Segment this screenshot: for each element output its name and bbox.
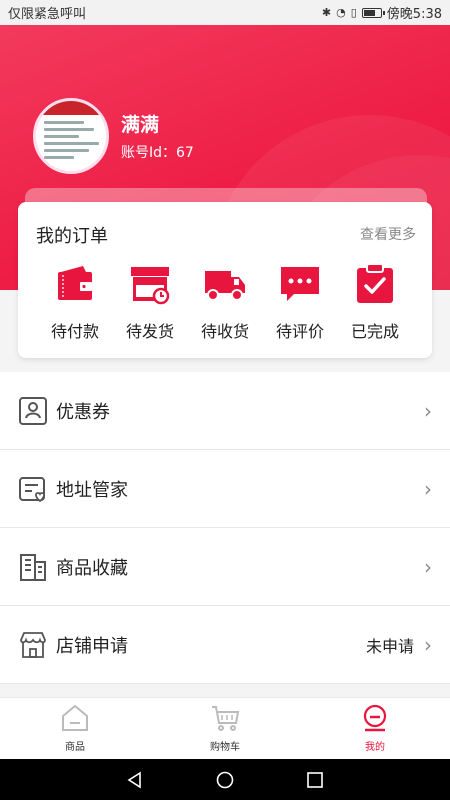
home-icon: [62, 704, 88, 731]
cart-icon: [212, 706, 240, 731]
status-time: 傍晚5:38: [386, 7, 442, 22]
chat-bubble-icon: [281, 267, 319, 301]
menu-label: 地址管家: [56, 479, 128, 501]
menu-label: 商品收藏: [56, 557, 128, 579]
box-clock-icon: [131, 267, 170, 305]
chevron-right-icon: ›: [424, 398, 432, 423]
avatar[interactable]: [33, 98, 109, 174]
store-icon: [18, 630, 48, 660]
recents-icon[interactable]: [305, 770, 325, 790]
address-icon: [18, 474, 48, 504]
clipboard-check-icon: [357, 263, 393, 303]
menu-list: 优惠券 › 地址管家 › 商品收藏 › 店铺申请 未申请 ›: [0, 372, 450, 684]
battery-icon: [361, 7, 385, 18]
chevron-right-icon: ›: [424, 632, 432, 657]
profile-icon: [363, 704, 387, 732]
chevron-right-icon: ›: [424, 476, 432, 501]
tab-label: 我的: [365, 742, 385, 753]
order-pending-review[interactable]: 待评价: [265, 262, 335, 342]
menu-item-address[interactable]: 地址管家 ›: [0, 450, 450, 528]
truck-icon: [205, 271, 245, 301]
sim-icon: ▯: [350, 6, 357, 19]
order-label: 待付款: [50, 322, 99, 341]
status-icons: ✱ ◔ ▯ 傍晚5:38: [322, 3, 442, 22]
tab-cart[interactable]: 购物车: [150, 698, 300, 759]
bottom-tab-bar: 商品 购物车 我的: [0, 697, 450, 759]
wallet-icon: [58, 266, 92, 300]
order-label: 已完成: [350, 322, 399, 341]
account-id: 账号Id：67: [121, 145, 194, 161]
menu-item-coupons[interactable]: 优惠券 ›: [0, 372, 450, 450]
status-carrier-text: 仅限紧急呼叫: [8, 7, 87, 22]
chevron-right-icon: ›: [424, 554, 432, 579]
order-label: 待收货: [200, 322, 249, 341]
orders-title: 我的订单: [36, 226, 108, 247]
tab-label: 商品: [65, 742, 85, 753]
user-name: 满满: [121, 114, 160, 136]
coupon-icon: [18, 396, 48, 426]
menu-item-favorites[interactable]: 商品收藏 ›: [0, 528, 450, 606]
order-label: 待发货: [125, 322, 174, 341]
order-pending-receipt[interactable]: 待收货: [190, 262, 260, 342]
menu-label: 优惠券: [56, 401, 110, 423]
tab-label: 购物车: [210, 742, 240, 753]
building-icon: [18, 552, 48, 582]
order-pending-payment[interactable]: 待付款: [40, 262, 110, 342]
orders-card: 我的订单 查看更多 待付款 待发货 待收货 待评价 已完成: [18, 202, 432, 358]
back-icon[interactable]: [125, 770, 145, 790]
bluetooth-icon: ✱: [321, 6, 332, 19]
tab-products[interactable]: 商品: [0, 698, 150, 759]
order-completed[interactable]: 已完成: [340, 262, 410, 342]
menu-item-store-application[interactable]: 店铺申请 未申请 ›: [0, 606, 450, 684]
status-bar: 仅限紧急呼叫 ✱ ◔ ▯ 傍晚5:38: [0, 0, 450, 25]
tab-profile[interactable]: 我的: [300, 698, 450, 759]
home-nav-icon[interactable]: [215, 770, 235, 790]
order-label: 待评价: [275, 322, 324, 341]
menu-label: 店铺申请: [56, 635, 128, 657]
wifi-icon: ◔: [336, 6, 346, 19]
system-nav-bar: [0, 759, 450, 800]
order-pending-shipment[interactable]: 待发货: [115, 262, 185, 342]
menu-status: 未申请: [365, 636, 414, 656]
view-more-link[interactable]: 查看更多: [360, 224, 416, 244]
